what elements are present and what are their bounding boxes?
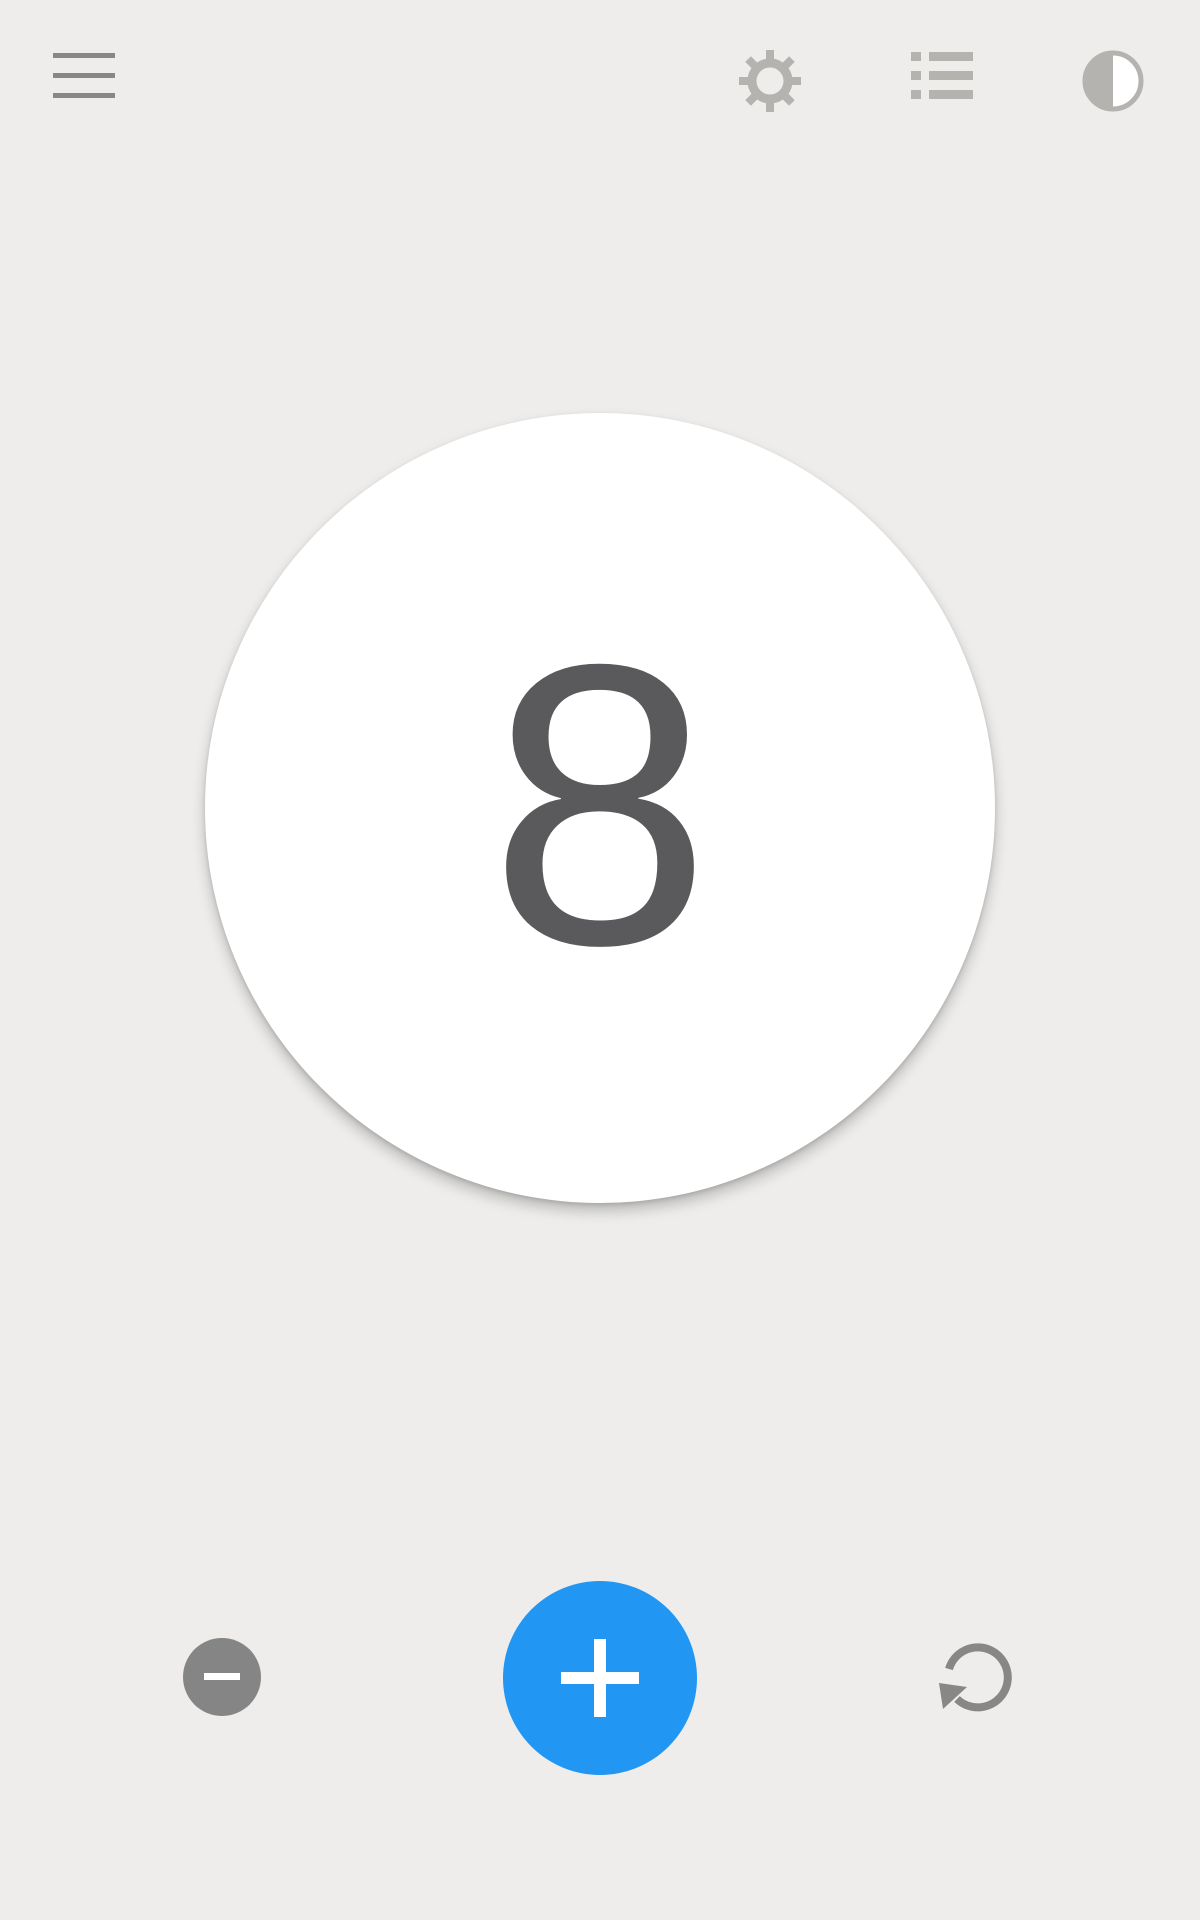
contrast-icon <box>1082 50 1144 112</box>
reset-button[interactable] <box>930 1632 1020 1722</box>
reset-icon <box>939 1643 1012 1712</box>
list-button[interactable] <box>898 36 988 116</box>
counter-display[interactable]: 8 <box>205 413 995 1203</box>
counter-screen: 8 <box>0 0 1200 1920</box>
gear-icon <box>739 50 801 112</box>
decrement-button[interactable] <box>183 1638 261 1716</box>
minus-icon <box>204 1673 240 1680</box>
hamburger-menu-icon <box>53 53 115 98</box>
plus-icon <box>561 1639 639 1717</box>
settings-button[interactable] <box>725 36 815 126</box>
theme-toggle-button[interactable] <box>1068 36 1158 126</box>
menu-button[interactable] <box>40 36 130 116</box>
counter-value: 8 <box>488 581 712 1028</box>
list-icon <box>911 52 973 99</box>
increment-button[interactable] <box>503 1581 697 1775</box>
